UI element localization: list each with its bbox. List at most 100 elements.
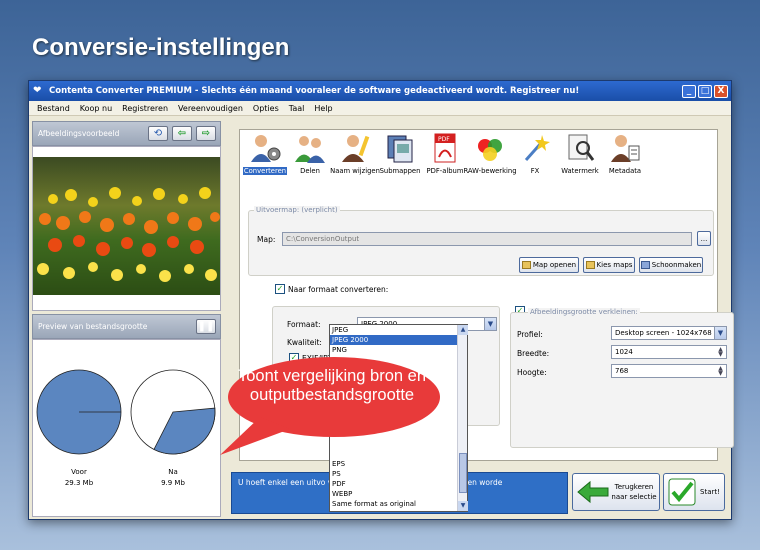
- maximize-button[interactable]: □: [698, 84, 712, 98]
- image-preview: [32, 146, 221, 311]
- format-option[interactable]: WEBP: [330, 489, 467, 499]
- before-caption: Voor 29.3 Mb: [39, 467, 119, 489]
- menu-help[interactable]: Help: [310, 104, 338, 113]
- height-label: Hoogte:: [517, 368, 547, 377]
- metadata-icon: [611, 135, 640, 162]
- pause-button[interactable]: ❚❚: [196, 319, 216, 334]
- scroll-down-icon[interactable]: ▼: [458, 501, 468, 511]
- tool-label: RAW-bewerking: [463, 167, 517, 175]
- scroll-thumb[interactable]: [459, 453, 467, 493]
- format-option-selected[interactable]: JPEG 2000: [330, 335, 467, 345]
- window-title: Contenta Converter PREMIUM - Slechts één…: [49, 86, 580, 96]
- size-preview-header: Preview van bestandsgrootte ❚❚: [32, 314, 221, 339]
- preview-label: Afbeeldingsvoorbeeld: [38, 129, 120, 138]
- output-path-field[interactable]: C:\ConversionOutput: [282, 232, 692, 246]
- preview-header: Afbeeldingsvoorbeeld ⟲ ⇦ ⇨: [32, 121, 221, 146]
- after-caption: Na 9.9 Mb: [133, 467, 213, 489]
- back-to-selection-button[interactable]: Terugkeren naar selectie: [572, 473, 660, 511]
- map-label: Map:: [257, 235, 276, 244]
- tool-converteren[interactable]: Converteren: [242, 130, 288, 182]
- tool-strip: Converteren Delen Naam wijzigen Submappe…: [240, 130, 719, 185]
- start-button[interactable]: Start!: [663, 473, 725, 511]
- format-option[interactable]: Same format as original: [330, 499, 467, 509]
- menu-vereenvoudigen[interactable]: Vereenvoudigen: [174, 104, 249, 113]
- tool-submappen[interactable]: Submappen: [378, 130, 422, 182]
- output-folder-legend: Uitvoermap: (verplicht): [254, 206, 340, 214]
- tool-pdf-album[interactable]: PDF PDF-album: [423, 130, 467, 182]
- back-arrow-icon: [577, 480, 609, 504]
- list-scrollbar[interactable]: ▲ ▼: [457, 325, 468, 511]
- convert-format-label: Naar formaat converteren:: [288, 285, 389, 294]
- chevron-down-icon[interactable]: ▼: [714, 327, 726, 339]
- height-field[interactable]: 768 ▲ ▼: [611, 364, 727, 378]
- height-value: 768: [615, 367, 629, 375]
- width-label: Breedte:: [517, 349, 550, 358]
- tool-raw-bewerking[interactable]: RAW-bewerking: [463, 130, 517, 182]
- profile-label: Profiel:: [517, 330, 543, 339]
- open-map-label: Map openen: [532, 261, 577, 269]
- tool-label: FX: [530, 167, 540, 175]
- after-label: Na: [168, 468, 178, 476]
- tool-label: Converteren: [242, 167, 288, 175]
- tool-label: Naam wijzigen: [330, 167, 380, 175]
- format-option[interactable]: PDF: [330, 479, 467, 489]
- format-option[interactable]: PNG: [330, 345, 467, 355]
- tool-watermerk[interactable]: Watermerk: [558, 130, 602, 182]
- callout-text: Toont vergelijking bron en outputbestand…: [237, 367, 427, 404]
- choose-maps-button[interactable]: Kies maps: [583, 257, 635, 273]
- folder-icon: [585, 261, 595, 269]
- menu-bar: Bestand Koop nu Registreren Vereenvoudig…: [29, 101, 731, 116]
- fx-icon: [524, 135, 550, 161]
- after-size: 9.9 Mb: [161, 479, 185, 487]
- previous-image-button[interactable]: ⇦: [172, 126, 192, 141]
- checkmark-icon: [668, 478, 696, 506]
- profile-select[interactable]: Desktop screen - 1024x768 ▼: [611, 326, 727, 340]
- tool-delen[interactable]: Delen: [288, 130, 332, 182]
- page-heading: Conversie-instellingen: [32, 34, 290, 61]
- resize-legend: Afbeeldingsgrootte verkleinen:: [528, 308, 640, 316]
- tool-naam-wijzigen[interactable]: Naam wijzigen: [330, 130, 380, 182]
- open-map-button[interactable]: Map openen: [519, 257, 579, 273]
- scroll-up-icon[interactable]: ▲: [458, 325, 468, 335]
- app-logo-icon: ❤: [33, 85, 42, 96]
- svg-text:PDF: PDF: [438, 136, 450, 143]
- tool-label: Watermerk: [561, 167, 599, 175]
- width-field[interactable]: 1024 ▲ ▼: [611, 345, 727, 359]
- menu-bestand[interactable]: Bestand: [33, 104, 76, 113]
- preview-photo: [33, 157, 220, 295]
- convert-format-checkbox[interactable]: ✓: [275, 284, 285, 294]
- title-bar[interactable]: ❤ Contenta Converter PREMIUM - Slechts é…: [29, 81, 731, 101]
- chevron-down-icon[interactable]: ▼: [484, 318, 496, 330]
- raw-icon: [478, 139, 502, 161]
- profile-select-value: Desktop screen - 1024x768: [615, 329, 712, 337]
- menu-registreren[interactable]: Registreren: [118, 104, 174, 113]
- format-option[interactable]: JPEG: [330, 325, 467, 335]
- height-stepper[interactable]: ▲ ▼: [716, 366, 725, 377]
- menu-koop-nu[interactable]: Koop nu: [76, 104, 118, 113]
- subfolders-icon: [387, 135, 413, 163]
- tool-fx[interactable]: FX: [513, 130, 557, 182]
- size-preview-label: Preview van bestandsgrootte: [38, 322, 148, 331]
- width-value: 1024: [615, 348, 633, 356]
- rotate-preview-button[interactable]: ⟲: [148, 126, 168, 141]
- before-label: Voor: [71, 468, 87, 476]
- close-button[interactable]: X: [714, 84, 728, 98]
- format-option[interactable]: PS: [330, 469, 467, 479]
- menu-opties[interactable]: Opties: [249, 104, 285, 113]
- menu-taal[interactable]: Taal: [285, 104, 311, 113]
- watermark-icon: [568, 134, 595, 161]
- format-label: Formaat:: [287, 320, 321, 329]
- broom-icon: [640, 261, 650, 269]
- next-image-button[interactable]: ⇨: [196, 126, 216, 141]
- tool-label: Metadata: [608, 167, 642, 175]
- browse-button[interactable]: ...: [697, 231, 711, 246]
- minimize-button[interactable]: _: [682, 84, 696, 98]
- rename-icon: [342, 135, 370, 162]
- tool-label: Delen: [300, 167, 320, 175]
- tool-metadata[interactable]: Metadata: [603, 130, 647, 182]
- clean-maps-button[interactable]: Schoonmaken: [639, 257, 703, 273]
- size-comparison: Voor 29.3 Mb Na 9.9 Mb: [32, 339, 221, 517]
- quality-label: Kwaliteit:: [287, 338, 322, 347]
- choose-maps-label: Kies maps: [596, 261, 633, 269]
- width-stepper[interactable]: ▲ ▼: [716, 347, 725, 358]
